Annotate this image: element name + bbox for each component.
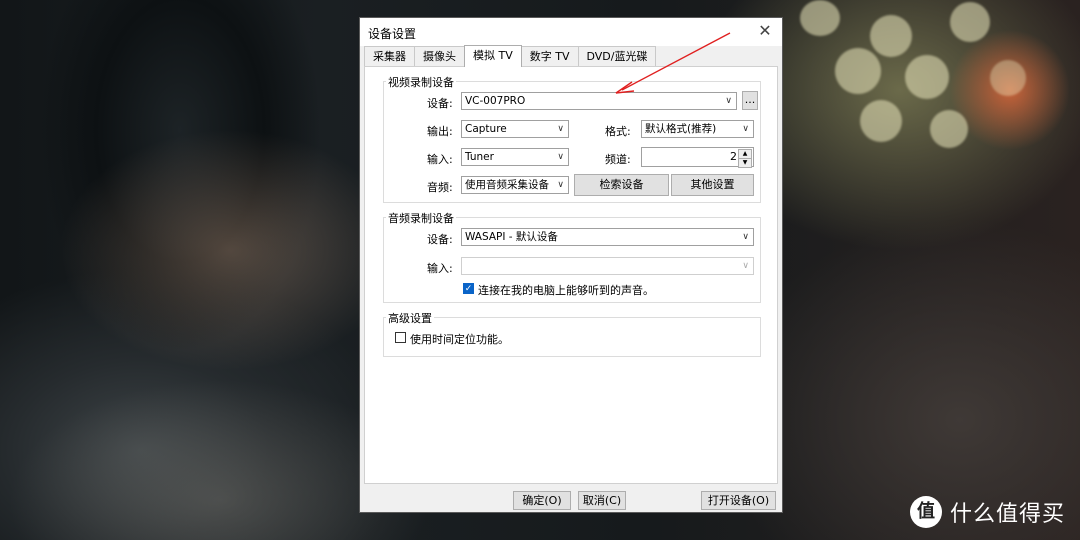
device-settings-dialog: 设备设置 ✕ 采集器 摄像头 模拟 TV 数字 TV DVD/蓝光碟 视频录制设… bbox=[359, 17, 783, 513]
bokeh-light bbox=[800, 0, 840, 36]
channel-stepper[interactable]: 2 ▲ ▼ bbox=[641, 147, 754, 168]
loopback-label: 连接在我的电脑上能够听到的声音。 bbox=[478, 284, 654, 297]
input-label: 输入: bbox=[427, 153, 453, 166]
chevron-down-icon: ∨ bbox=[557, 180, 564, 190]
bokeh-light bbox=[835, 48, 881, 94]
channel-label: 频道: bbox=[605, 153, 631, 166]
select-value: Capture bbox=[465, 123, 507, 135]
select-value: Tuner bbox=[465, 151, 494, 163]
audio-device-select[interactable]: WASAPI - 默认设备 ∨ bbox=[461, 228, 754, 246]
group-title: 视频录制设备 bbox=[386, 74, 456, 90]
watermark-logo-icon: 值 bbox=[910, 496, 942, 528]
select-value: 使用音频采集设备 bbox=[465, 179, 549, 191]
audio-device-label: 设备: bbox=[427, 233, 453, 246]
search-devices-button[interactable]: 检索设备 bbox=[574, 174, 669, 196]
select-value: VC-007PRO bbox=[465, 95, 526, 107]
output-label: 输出: bbox=[427, 125, 453, 138]
group-title: 音频录制设备 bbox=[386, 210, 456, 226]
tab-capture[interactable]: 采集器 bbox=[364, 46, 415, 66]
site-watermark: 值 什么值得买 bbox=[910, 496, 1065, 528]
audio-source-select[interactable]: 使用音频采集设备 ∨ bbox=[461, 176, 569, 194]
bokeh-light bbox=[950, 2, 990, 42]
device-label: 设备: bbox=[427, 97, 453, 110]
timeshift-label: 使用时间定位功能。 bbox=[410, 333, 509, 346]
channel-value: 2 bbox=[730, 150, 737, 163]
tab-dvd-bluray[interactable]: DVD/蓝光碟 bbox=[577, 46, 657, 66]
tab-panel: 视频录制设备 设备: VC-007PRO ∨ ... 输出: Capture ∨ 格… bbox=[364, 66, 778, 484]
dialog-title: 设备设置 bbox=[368, 27, 417, 41]
tab-bar: 采集器 摄像头 模拟 TV 数字 TV DVD/蓝光碟 bbox=[364, 45, 657, 67]
chevron-down-icon: ∨ bbox=[742, 124, 749, 134]
chevron-down-icon: ∨ bbox=[742, 261, 749, 271]
audio-input-select[interactable]: ∨ bbox=[461, 257, 754, 275]
dialog-footer: 确定(O) 取消(C) 打开设备(O) bbox=[360, 488, 782, 512]
loopback-checkbox[interactable]: ✓ bbox=[463, 283, 474, 294]
bokeh-light bbox=[870, 15, 912, 57]
video-device-select[interactable]: VC-007PRO ∨ bbox=[461, 92, 737, 110]
chevron-down-icon: ∨ bbox=[557, 152, 564, 162]
select-value: WASAPI - 默认设备 bbox=[465, 231, 558, 243]
audio-input-label: 输入: bbox=[427, 262, 453, 275]
group-title: 高级设置 bbox=[386, 310, 434, 326]
open-device-button[interactable]: 打开设备(O) bbox=[701, 491, 776, 510]
title-bar: 设备设置 ✕ bbox=[360, 18, 782, 46]
other-settings-button[interactable]: 其他设置 bbox=[671, 174, 754, 196]
audio-label: 音频: bbox=[427, 181, 453, 194]
close-icon[interactable]: ✕ bbox=[757, 21, 773, 40]
chevron-down-icon: ∨ bbox=[725, 96, 732, 106]
chevron-down-icon: ∨ bbox=[557, 124, 564, 134]
timeshift-checkbox[interactable] bbox=[395, 332, 406, 343]
chevron-down-icon: ∨ bbox=[742, 232, 749, 242]
bokeh-light bbox=[860, 100, 902, 142]
bokeh-light bbox=[990, 60, 1026, 96]
tab-digital-tv[interactable]: 数字 TV bbox=[520, 46, 579, 66]
bokeh-light bbox=[930, 110, 968, 148]
watermark-text: 什么值得买 bbox=[950, 502, 1066, 527]
chevron-down-icon[interactable]: ▼ bbox=[738, 158, 752, 168]
ok-button[interactable]: 确定(O) bbox=[513, 491, 571, 510]
format-label: 格式: bbox=[605, 125, 631, 138]
tab-camera[interactable]: 摄像头 bbox=[414, 46, 465, 66]
browse-button[interactable]: ... bbox=[742, 91, 758, 110]
select-value: 默认格式(推荐) bbox=[645, 123, 717, 135]
cancel-button[interactable]: 取消(C) bbox=[578, 491, 626, 510]
input-select[interactable]: Tuner ∨ bbox=[461, 148, 569, 166]
tab-analog-tv[interactable]: 模拟 TV bbox=[464, 45, 522, 67]
bokeh-light bbox=[905, 55, 949, 99]
output-select[interactable]: Capture ∨ bbox=[461, 120, 569, 138]
format-select[interactable]: 默认格式(推荐) ∨ bbox=[641, 120, 754, 138]
